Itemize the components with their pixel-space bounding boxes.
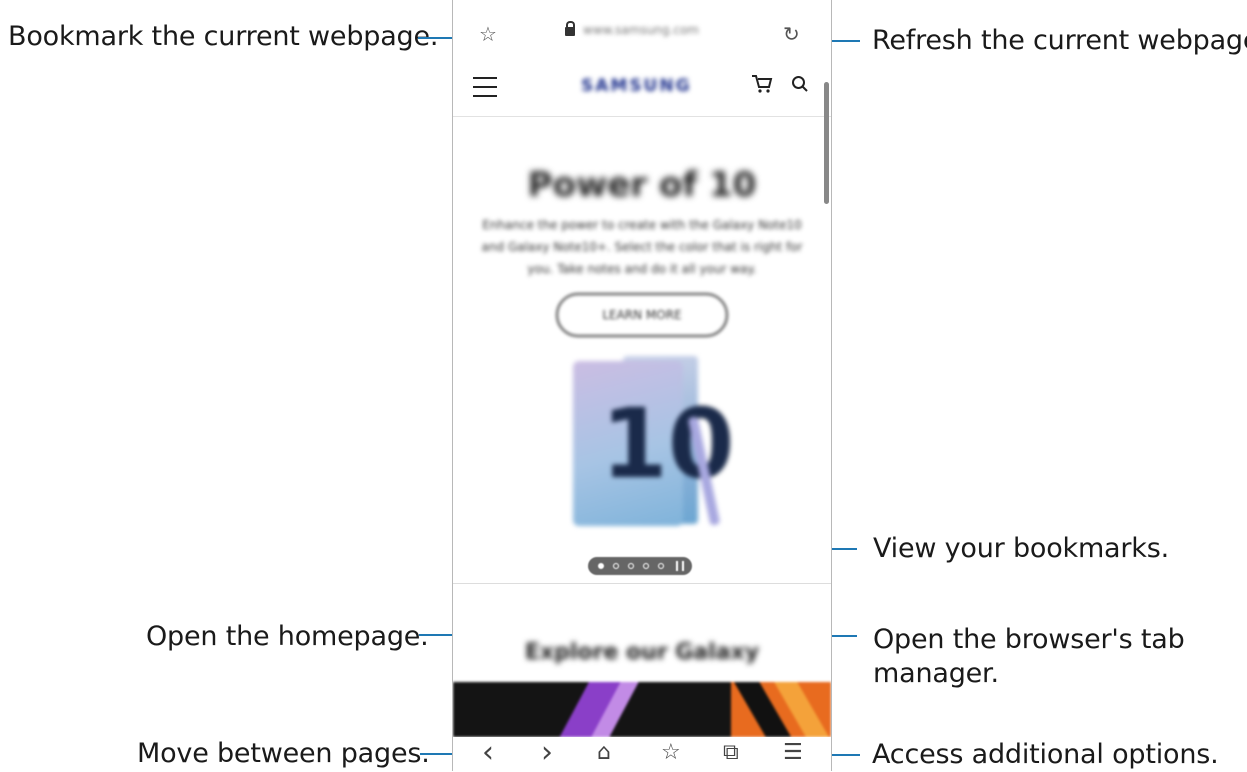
refresh-icon[interactable]: ↻	[783, 24, 800, 44]
explore-heading: Explore our Galaxy	[524, 640, 760, 665]
home-icon[interactable]: ⌂	[597, 739, 611, 767]
callout-tab-manager: Open the browser's tab manager.	[873, 624, 1185, 689]
tabs-icon[interactable]: ⧉	[723, 739, 739, 767]
site-menu-icon[interactable]	[473, 77, 497, 104]
lock-icon	[565, 21, 575, 36]
bookmark-star-icon[interactable]: ☆	[479, 24, 497, 44]
callout-move-pages: Move between pages.	[137, 738, 430, 769]
hero-title: Power of 10	[527, 165, 757, 205]
callout-homepage: Open the homepage.	[146, 621, 429, 652]
back-icon[interactable]: ‹	[482, 738, 494, 768]
cart-icon[interactable]	[751, 74, 773, 99]
browser-toolbar: ‹ › ⌂ ☆ ⧉ ☰	[453, 737, 831, 771]
callout-bookmark-current: Bookmark the current webpage.	[8, 21, 439, 52]
callout-view-bookmarks: View your bookmarks.	[873, 533, 1169, 564]
carousel-indicator[interactable]	[588, 557, 692, 575]
pause-icon[interactable]	[676, 561, 684, 571]
learn-more-button[interactable]: LEARN MORE	[556, 293, 728, 337]
hero-description: Enhance the power to create with the Gal…	[481, 218, 803, 276]
search-icon[interactable]	[791, 74, 809, 98]
site-logo[interactable]: SAMSUNG	[581, 76, 692, 96]
product-image[interactable]: 10	[573, 356, 735, 526]
phone-screen: ☆ www.samsung.com ↻ SAMSUNG Power of 10 …	[452, 0, 832, 771]
promo-banner[interactable]	[453, 682, 831, 737]
menu-icon[interactable]: ☰	[783, 739, 803, 767]
address-bar[interactable]: ☆ www.samsung.com ↻	[453, 0, 831, 66]
site-header: SAMSUNG	[453, 66, 831, 117]
section-divider	[453, 583, 831, 584]
callout-additional-options: Access additional options.	[872, 739, 1219, 770]
url-text[interactable]: www.samsung.com	[583, 23, 699, 37]
product-number: 10	[601, 388, 735, 500]
bookmarks-icon[interactable]: ☆	[661, 739, 681, 767]
callout-refresh: Refresh the current webpage.	[872, 25, 1247, 56]
forward-icon[interactable]: ›	[541, 738, 553, 768]
